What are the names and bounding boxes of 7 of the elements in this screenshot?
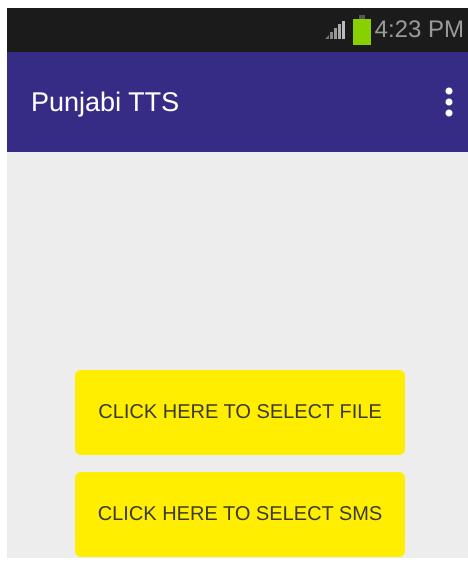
- overflow-menu-icon[interactable]: [445, 87, 453, 117]
- battery-icon: [352, 15, 371, 45]
- clock-time: 4:23 PM: [374, 16, 464, 44]
- select-button[interactable]: CLICK HERE TO SELECT SMS: [75, 472, 405, 557]
- app-title: Punjabi TTS: [31, 86, 180, 118]
- signal-icon: [324, 21, 347, 39]
- select-button[interactable]: CLICK HERE TO SELECT FILE: [75, 370, 405, 455]
